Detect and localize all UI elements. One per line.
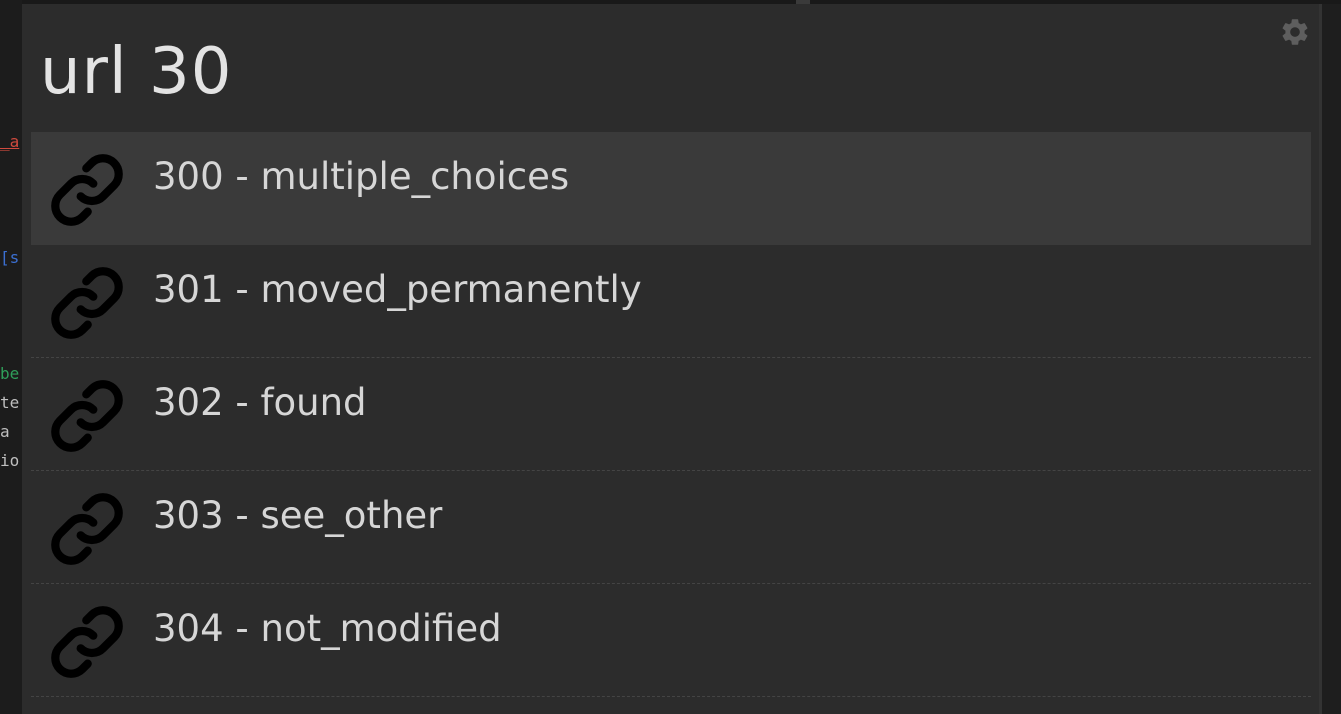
link-icon (51, 493, 123, 565)
result-item[interactable]: 300 - multiple_choices (31, 132, 1311, 245)
editor-fragment: a (0, 422, 10, 441)
editor-fragment: [s (0, 248, 20, 267)
result-label: 301 - moved_permanently (153, 268, 642, 311)
screen: _a [s be te a io 300 - multiple_choices (0, 0, 1341, 714)
result-item[interactable]: 301 - moved_permanently (31, 245, 1311, 358)
launcher-panel: 300 - multiple_choices 301 - moved_perma… (22, 4, 1322, 714)
editor-fragment: te (0, 393, 20, 412)
link-icon (51, 606, 123, 678)
result-item[interactable]: 303 - see_other (31, 471, 1311, 584)
result-label: 300 - multiple_choices (153, 155, 570, 198)
link-icon (51, 380, 123, 452)
result-item[interactable]: 302 - found (31, 358, 1311, 471)
editor-fragment: _a (0, 132, 20, 151)
search-input[interactable] (40, 32, 1240, 112)
results-list: 300 - multiple_choices 301 - moved_perma… (31, 132, 1311, 697)
result-label: 302 - found (153, 381, 367, 424)
settings-button[interactable] (1279, 16, 1311, 48)
editor-fragment: be (0, 364, 20, 383)
link-icon (51, 154, 123, 226)
result-label: 303 - see_other (153, 494, 443, 537)
result-item[interactable]: 304 - not_modified (31, 584, 1311, 697)
gear-icon (1282, 19, 1308, 45)
editor-fragment: io (0, 451, 20, 470)
background-editor: _a [s be te a io (0, 0, 22, 714)
result-label: 304 - not_modified (153, 607, 502, 650)
link-icon (51, 267, 123, 339)
